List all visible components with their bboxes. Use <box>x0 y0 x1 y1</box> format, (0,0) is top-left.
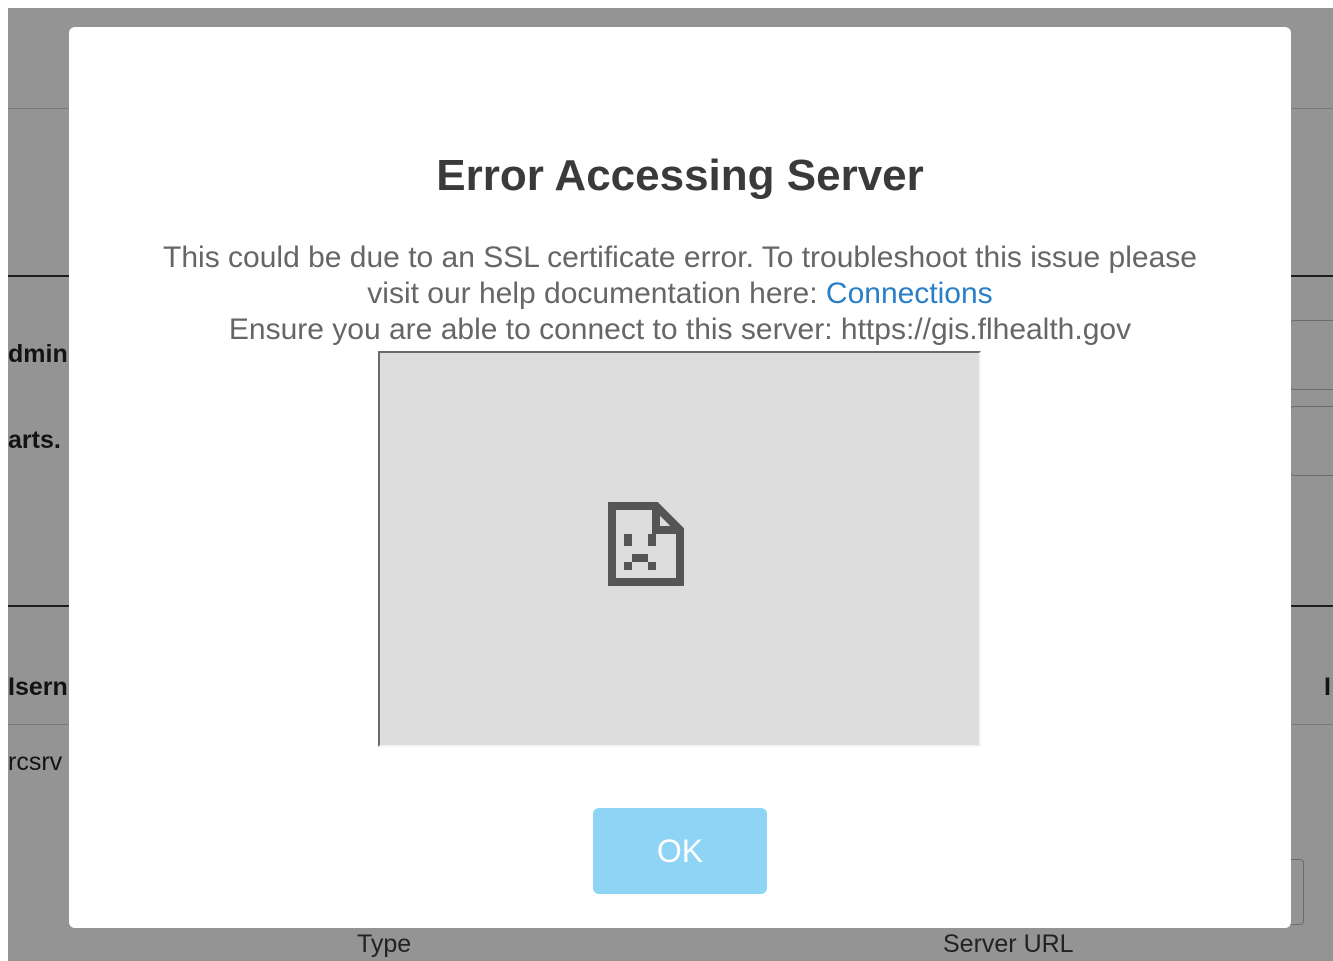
dialog-message-line: visit our help documentation here: Conne… <box>69 276 1291 312</box>
connections-link[interactable]: Connections <box>826 277 993 310</box>
dialog-message-line: This could be due to an SSL certificate … <box>163 241 1197 274</box>
column-header-server-url: Server URL <box>943 930 1074 958</box>
error-dialog: Error Accessing Server This could be due… <box>69 27 1291 928</box>
page: dmini arts. Isern I rcsrv Type Server UR… <box>0 0 1333 961</box>
dialog-message: This could be due to an SSL certificate … <box>69 240 1291 348</box>
dialog-title: Error Accessing Server <box>436 151 924 200</box>
embedded-server-frame <box>378 351 981 747</box>
dialog-message-text: visit our help documentation here: <box>367 277 826 310</box>
dialog-message-line: Ensure you are able to connect to this s… <box>228 313 1132 346</box>
sad-file-icon <box>608 502 684 586</box>
ok-button[interactable]: OK <box>593 808 767 894</box>
column-header-type: Type <box>357 930 412 958</box>
